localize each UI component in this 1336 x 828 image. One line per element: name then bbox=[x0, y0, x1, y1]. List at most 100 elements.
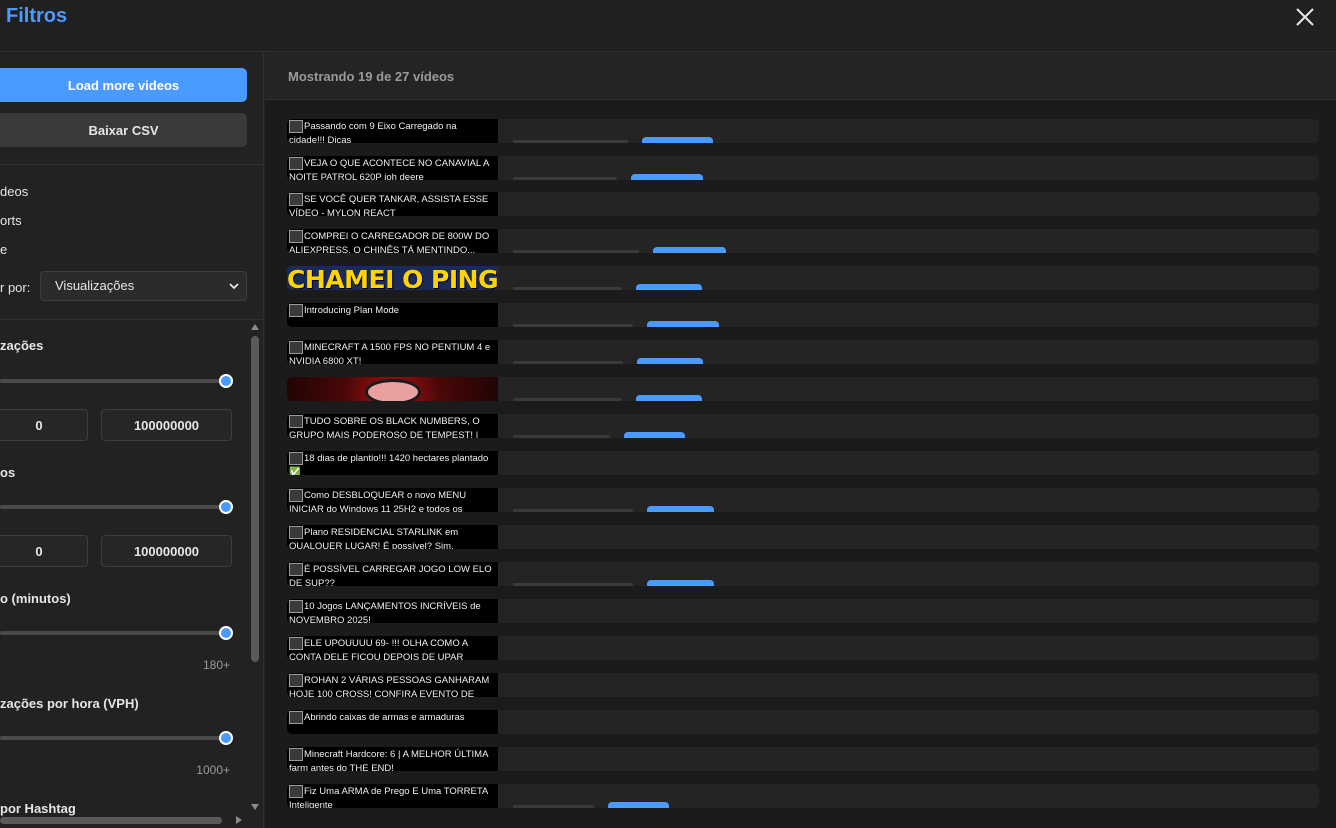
likes-max-input[interactable]: 100000000 bbox=[101, 535, 232, 567]
load-more-videos-button[interactable]: Load more videos bbox=[0, 68, 247, 102]
likes-min-input[interactable]: 0 bbox=[0, 535, 88, 567]
duration-max-label: 180+ bbox=[202, 658, 230, 672]
video-stats-text bbox=[513, 805, 594, 808]
video-title: 10 Jogos LANÇAMENTOS INCRÍVEIS de NOVEMB… bbox=[289, 601, 481, 623]
results-panel: Mostrando 19 de 27 vídeos Passando com 9… bbox=[265, 52, 1336, 828]
sidebar-vertical-scrollbar[interactable] bbox=[250, 322, 260, 814]
video-thumbnail: Passando com 9 Eixo Carregado na cidade!… bbox=[287, 119, 498, 143]
video-row[interactable] bbox=[287, 377, 1319, 401]
video-thumbnail: TUDO SOBRE OS BLACK NUMBERS, O GRUPO MAI… bbox=[287, 414, 498, 438]
video-title: Passando com 9 Eixo Carregado na cidade!… bbox=[289, 121, 457, 143]
download-csv-button[interactable]: Baixar CSV bbox=[0, 113, 247, 147]
video-title: VEJA O QUE ACONTECE NO CANAVIAL A NOITE … bbox=[289, 158, 489, 180]
divider bbox=[0, 164, 263, 165]
scroll-down-arrow[interactable] bbox=[251, 804, 259, 810]
duration-slider-thumb[interactable] bbox=[219, 626, 233, 640]
views-slider-thumb[interactable] bbox=[219, 374, 233, 388]
video-title: É POSSÍVEL CARREGAR JOGO LOW ELO DE SUP?… bbox=[289, 564, 492, 586]
broken-image-icon bbox=[289, 526, 303, 539]
video-stats-text bbox=[513, 324, 633, 327]
video-row[interactable]: MINECRAFT A 1500 FPS NO PENTIUM 4 e NVID… bbox=[287, 340, 1319, 364]
video-thumbnail: ROHAN 2 VÁRIAS PESSOAS GANHARAM HOJE 100… bbox=[287, 673, 498, 697]
thumbnail-alt-text: SE VOCÊ QUER TANKAR, ASSISTA ESSE VÍDEO … bbox=[289, 193, 494, 216]
video-thumbnail: Como DESBLOQUEAR o novo MENU INICIAR do … bbox=[287, 488, 498, 512]
video-title: Minecraft Hardcore: 6 | A MELHOR ÚLTIMA … bbox=[289, 749, 488, 771]
sort-select-value: Visualizações bbox=[55, 278, 135, 293]
likes-slider-track[interactable] bbox=[0, 505, 226, 509]
thumbnail-alt-text: 10 Jogos LANÇAMENTOS INCRÍVEIS de NOVEMB… bbox=[289, 600, 494, 623]
scroll-up-arrow[interactable] bbox=[251, 324, 259, 330]
video-stats-text bbox=[513, 287, 622, 290]
views-slider-track[interactable] bbox=[0, 379, 226, 383]
checkbox-videos[interactable]: deos bbox=[0, 184, 28, 199]
views-max-input[interactable]: 100000000 bbox=[101, 409, 232, 441]
likes-filter-title: os bbox=[0, 465, 16, 480]
sort-select[interactable]: Visualizações bbox=[40, 271, 247, 301]
thumbnail-alt-text: Introducing Plan Mode bbox=[289, 304, 494, 318]
vph-slider-thumb[interactable] bbox=[219, 731, 233, 745]
video-row[interactable]: Fiz Uma ARMA de Prego E Uma TORRETA Inte… bbox=[287, 784, 1319, 808]
video-row[interactable]: ROHAN 2 VÁRIAS PESSOAS GANHARAM HOJE 100… bbox=[287, 673, 1319, 697]
video-thumbnail: Minecraft Hardcore: 6 | A MELHOR ÚLTIMA … bbox=[287, 747, 498, 771]
video-title: TUDO SOBRE OS BLACK NUMBERS, O GRUPO MAI… bbox=[289, 416, 480, 438]
sidebar-horizontal-scrollbar[interactable] bbox=[0, 814, 250, 826]
video-row[interactable]: CHAMEI O PINGUIM bbox=[287, 266, 1319, 290]
video-row[interactable]: Minecraft Hardcore: 6 | A MELHOR ÚLTIMA … bbox=[287, 747, 1319, 771]
video-title: Como DESBLOQUEAR o novo MENU INICIAR do … bbox=[289, 490, 467, 512]
video-stats-text bbox=[513, 398, 622, 401]
filters-sidebar: Load more videos Baixar CSV deos orts e … bbox=[0, 52, 264, 828]
scrollbar-thumb[interactable] bbox=[251, 336, 259, 662]
video-stats-text bbox=[513, 583, 633, 586]
video-row[interactable]: Plano RESIDENCIAL STARLINK em QUALQUER L… bbox=[287, 525, 1319, 549]
thumbnail-alt-text: ROHAN 2 VÁRIAS PESSOAS GANHARAM HOJE 100… bbox=[289, 674, 494, 697]
video-row[interactable]: SE VOCÊ QUER TANKAR, ASSISTA ESSE VÍDEO … bbox=[287, 192, 1319, 216]
thumbnail-alt-text: VEJA O QUE ACONTECE NO CANAVIAL A NOITE … bbox=[289, 157, 494, 180]
video-thumbnail: Introducing Plan Mode bbox=[287, 303, 498, 327]
views-min-input[interactable]: 0 bbox=[0, 409, 88, 441]
video-stats-text bbox=[513, 435, 610, 438]
broken-image-icon bbox=[289, 600, 303, 613]
results-header: Mostrando 19 de 27 vídeos bbox=[265, 52, 1336, 100]
thumbnail-alt-text: 18 dias de plantio!!! 1420 hectares plan… bbox=[289, 452, 494, 475]
video-row[interactable]: VEJA O QUE ACONTECE NO CANAVIAL A NOITE … bbox=[287, 156, 1319, 180]
duration-slider-track[interactable] bbox=[0, 631, 226, 635]
broken-image-icon bbox=[289, 637, 303, 650]
video-title: SE VOCÊ QUER TANKAR, ASSISTA ESSE VÍDEO … bbox=[289, 194, 489, 216]
video-row[interactable]: 18 dias de plantio!!! 1420 hectares plan… bbox=[287, 451, 1319, 475]
video-stats-text bbox=[513, 361, 623, 364]
checkbox-shorts[interactable]: orts bbox=[0, 213, 22, 228]
video-title: Abrindo caixas de armas e armaduras bbox=[304, 712, 465, 723]
broken-image-icon bbox=[289, 563, 303, 576]
video-thumbnail: 18 dias de plantio!!! 1420 hectares plan… bbox=[287, 451, 498, 475]
video-row[interactable]: É POSSÍVEL CARREGAR JOGO LOW ELO DE SUP?… bbox=[287, 562, 1319, 586]
checkbox-live[interactable]: e bbox=[0, 242, 7, 257]
video-row[interactable]: Abrindo caixas de armas e armaduras bbox=[287, 710, 1319, 734]
video-stats-text bbox=[513, 250, 639, 253]
broken-image-icon bbox=[289, 341, 303, 354]
video-row[interactable]: ELE UPOUUUU 69- !!! OLHA COMO A CONTA DE… bbox=[287, 636, 1319, 660]
vph-badge bbox=[636, 284, 702, 290]
chevron-down-icon bbox=[229, 283, 239, 290]
video-row[interactable]: TUDO SOBRE OS BLACK NUMBERS, O GRUPO MAI… bbox=[287, 414, 1319, 438]
thumbnail-alt-text: Fiz Uma ARMA de Prego E Uma TORRETA Inte… bbox=[289, 785, 494, 808]
video-row[interactable]: Introducing Plan Mode bbox=[287, 303, 1319, 327]
results-count: Mostrando 19 de 27 vídeos bbox=[288, 69, 455, 84]
vph-badge bbox=[647, 321, 719, 327]
scroll-right-arrow[interactable] bbox=[236, 816, 242, 824]
broken-image-icon bbox=[289, 489, 303, 502]
video-title: Plano RESIDENCIAL STARLINK em QUALQUER L… bbox=[289, 527, 459, 549]
video-row[interactable]: 10 Jogos LANÇAMENTOS INCRÍVEIS de NOVEMB… bbox=[287, 599, 1319, 623]
video-stats-text bbox=[513, 509, 633, 512]
thumbnail-image bbox=[365, 379, 421, 401]
video-row[interactable]: COMPREI O CARREGADOR DE 800W DO ALIEXPRE… bbox=[287, 229, 1319, 253]
broken-image-icon bbox=[289, 711, 303, 724]
vph-badge bbox=[642, 137, 713, 143]
thumbnail-alt-text: Minecraft Hardcore: 6 | A MELHOR ÚLTIMA … bbox=[289, 748, 494, 771]
scrollbar-thumb[interactable] bbox=[0, 817, 222, 824]
video-row[interactable]: Passando com 9 Eixo Carregado na cidade!… bbox=[287, 119, 1319, 143]
likes-slider-thumb[interactable] bbox=[219, 500, 233, 514]
vph-slider-track[interactable] bbox=[0, 736, 226, 740]
modal-header: Filtros bbox=[0, 0, 1336, 52]
close-button[interactable] bbox=[1292, 4, 1318, 30]
video-row[interactable]: Como DESBLOQUEAR o novo MENU INICIAR do … bbox=[287, 488, 1319, 512]
